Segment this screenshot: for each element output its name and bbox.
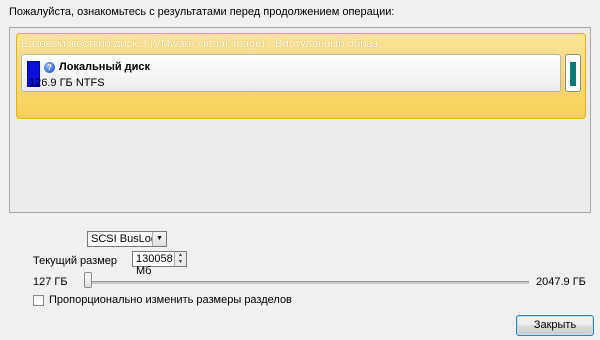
disk-entry[interactable]: Базовый жесткий диск 3 (VMware virtual i… xyxy=(16,33,586,119)
size-spinner[interactable]: ▲ ▼ xyxy=(174,252,186,266)
size-slider-thumb[interactable] xyxy=(84,272,92,288)
current-size-field[interactable]: 130058 Мб ▲ ▼ xyxy=(132,251,187,277)
partition-block[interactable]: ? Локальный диск 126.9 ГБ NTFS xyxy=(21,54,561,92)
instruction-text: Пожалуйста, ознакомьтесь с результатами … xyxy=(9,6,395,18)
spin-down-icon[interactable]: ▼ xyxy=(175,259,186,266)
size-slider-track[interactable] xyxy=(86,281,529,284)
unallocated-space-block[interactable] xyxy=(565,54,581,92)
disk-title: Базовый жесткий диск 3 (VMware virtual i… xyxy=(21,38,378,50)
proportional-resize-label[interactable]: Пропорционально изменить размеры раздело… xyxy=(49,294,292,306)
close-button[interactable]: Закрыть xyxy=(516,315,594,336)
slider-max-label: 2047.9 ГБ xyxy=(536,276,586,288)
disk-map-panel: Базовый жесткий диск 3 (VMware virtual i… xyxy=(9,27,591,213)
drive-question-icon: ? xyxy=(44,62,55,73)
chevron-down-icon[interactable]: ▼ xyxy=(152,232,166,246)
controller-type-select[interactable]: SCSI BusLogic ▼ xyxy=(87,231,167,247)
partition-name: Локальный диск xyxy=(59,61,151,73)
partition-info: 126.9 ГБ NTFS xyxy=(29,77,105,89)
current-size-label: Текущий размер xyxy=(33,255,118,267)
slider-min-label: 127 ГБ xyxy=(33,276,68,288)
spin-up-icon[interactable]: ▲ xyxy=(175,252,186,259)
proportional-resize-checkbox[interactable] xyxy=(33,295,44,306)
unallocated-color-bar xyxy=(570,62,576,86)
